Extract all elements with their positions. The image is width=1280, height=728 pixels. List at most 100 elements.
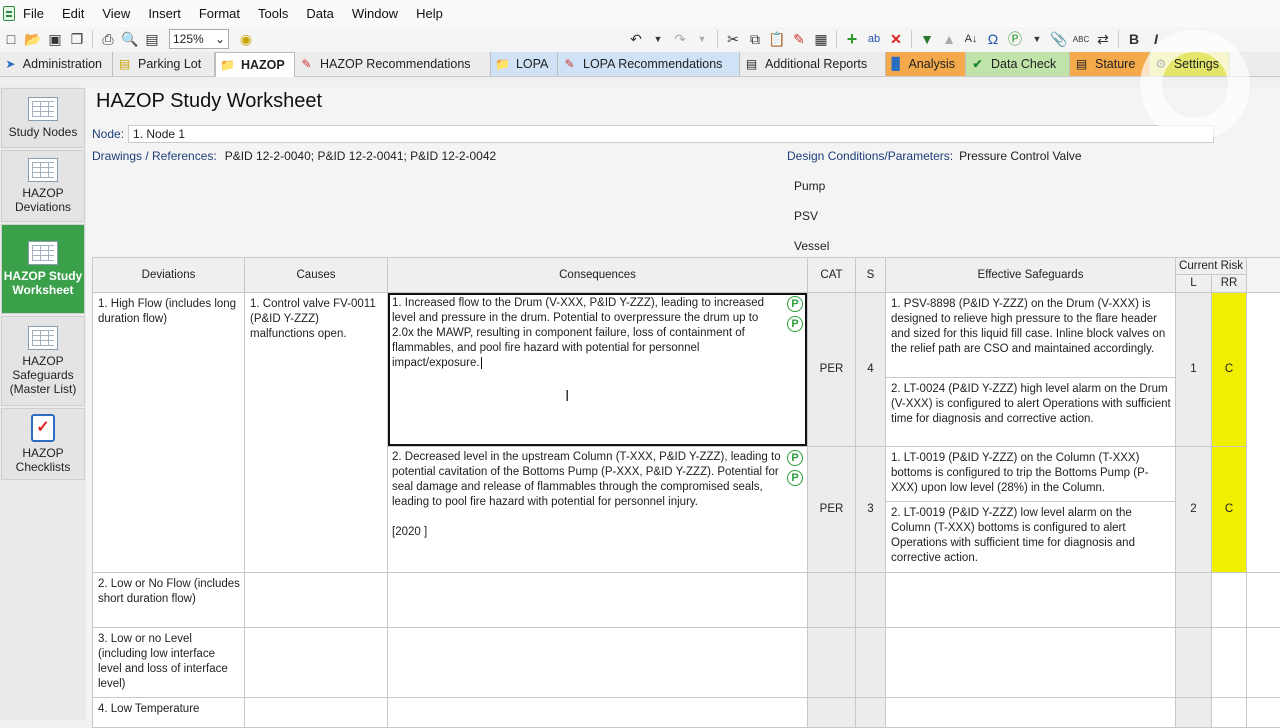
col-s[interactable]: S — [855, 257, 886, 293]
sort-icon[interactable]: A↓ — [962, 30, 980, 48]
copy-icon[interactable]: ⧉ — [746, 30, 764, 48]
cat-cell[interactable]: PER — [807, 292, 856, 447]
paste-icon[interactable]: 📋 — [768, 30, 786, 48]
equipment-psv[interactable]: PSV — [794, 209, 818, 223]
save-all-icon[interactable]: ❐ — [68, 30, 86, 48]
help-icon[interactable]: ◉ — [237, 30, 255, 48]
deviation-cell[interactable]: 2. Low or No Flow (includes short durati… — [92, 572, 245, 628]
equipment-vessel[interactable]: Vessel — [794, 239, 829, 253]
severity-cell[interactable] — [855, 627, 886, 698]
redo-dropdown-icon[interactable]: ▼ — [693, 30, 711, 48]
new-icon[interactable]: □ — [2, 30, 20, 48]
deviation-cell[interactable]: 3. Low or no Level (including low interf… — [92, 627, 245, 698]
attachment-icon[interactable]: 📎 — [1050, 30, 1068, 48]
col-causes[interactable]: Causes — [244, 257, 388, 293]
cause-cell[interactable] — [244, 627, 388, 698]
consequence-cell[interactable]: 2. Decreased level in the upstream Colum… — [387, 446, 808, 573]
cut-icon[interactable]: ✂ — [724, 30, 742, 48]
cat-cell[interactable] — [807, 627, 856, 698]
move-down-icon[interactable]: ▼ — [918, 30, 936, 48]
undo-icon[interactable]: ↶ — [627, 30, 645, 48]
redo-icon[interactable]: ↷ — [671, 30, 689, 48]
col-consequences[interactable]: Consequences — [387, 257, 808, 293]
cat-cell[interactable] — [807, 697, 856, 728]
menu-edit[interactable]: Edit — [62, 6, 84, 21]
p-marker-icon[interactable]: Ⓟ — [1006, 30, 1024, 48]
cause-cell[interactable] — [244, 572, 388, 628]
rename-icon[interactable]: ab — [865, 30, 883, 48]
menu-tools[interactable]: Tools — [258, 6, 288, 21]
sidebar-item-hazop-safeguards[interactable]: HAZOP Safeguards (Master List) — [1, 316, 85, 406]
consequence-cell[interactable]: 1. Increased flow to the Drum (V-XXX, P&… — [387, 292, 808, 447]
cause-cell[interactable]: 1. Control valve FV-0011 (P&ID Y-ZZZ) ma… — [244, 292, 388, 573]
tab-additional-reports[interactable]: ▤ Additional Reports — [740, 52, 886, 76]
print-icon[interactable]: ⎙ — [99, 30, 117, 48]
consequence-cell[interactable] — [387, 627, 808, 698]
likelihood-cell[interactable] — [1175, 572, 1212, 628]
safeguard-item[interactable]: 2. LT-0024 (P&ID Y-ZZZ) high level alarm… — [886, 378, 1175, 433]
open-icon[interactable]: 📂 — [24, 30, 42, 48]
tab-lopa[interactable]: 📁 LOPA — [491, 52, 558, 76]
deviation-cell[interactable]: 4. Low Temperature — [92, 697, 245, 728]
menu-window[interactable]: Window — [352, 6, 398, 21]
node-field[interactable]: 1. Node 1 — [128, 125, 1215, 143]
risk-rank-cell[interactable] — [1211, 572, 1247, 628]
deviation-cell[interactable]: 1. High Flow (includes long duration flo… — [92, 292, 245, 573]
tab-lopa-recommendations[interactable]: ✎ LOPA Recommendations — [558, 52, 740, 76]
print-preview-icon[interactable]: 🔍 — [121, 30, 139, 48]
consequence-cell[interactable] — [387, 697, 808, 728]
safeguards-cell[interactable]: 1. PSV-8898 (P&ID Y-ZZZ) on the Drum (V-… — [885, 292, 1176, 447]
risk-rank-cell[interactable]: C — [1211, 446, 1247, 573]
p-marker-icon[interactable]: P — [787, 296, 803, 312]
drawings-value[interactable]: P&ID 12-2-0040; P&ID 12-2-0041; P&ID 12-… — [225, 149, 497, 163]
menu-help[interactable]: Help — [416, 6, 443, 21]
delete-icon[interactable]: ✕ — [887, 30, 905, 48]
risk-rank-cell[interactable]: C — [1211, 292, 1247, 447]
add-row-icon[interactable]: + — [843, 29, 861, 49]
severity-cell[interactable] — [855, 697, 886, 728]
safeguard-item[interactable]: 1. PSV-8898 (P&ID Y-ZZZ) on the Drum (V-… — [886, 293, 1175, 378]
menu-insert[interactable]: Insert — [148, 6, 181, 21]
tab-stature[interactable]: ▤ Stature — [1070, 52, 1150, 76]
p-marker-icon[interactable]: P — [787, 470, 803, 486]
likelihood-cell[interactable]: 1 — [1175, 292, 1212, 447]
severity-cell[interactable]: 4 — [855, 292, 886, 447]
severity-cell[interactable] — [855, 572, 886, 628]
tab-data-check[interactable]: ✔ Data Check — [966, 52, 1070, 76]
likelihood-cell[interactable] — [1175, 627, 1212, 698]
design-value[interactable]: Pressure Control Valve — [959, 149, 1082, 163]
move-up-icon[interactable]: ▲ — [940, 30, 958, 48]
safeguard-item[interactable]: 2. LT-0019 (P&ID Y-ZZZ) low level alarm … — [886, 502, 1175, 572]
consequence-block[interactable]: 2. Decreased level in the upstream Colum… — [388, 447, 807, 546]
sidebar-item-hazop-deviations[interactable]: HAZOP Deviations — [1, 150, 85, 222]
col-l[interactable]: L — [1175, 274, 1212, 293]
p-marker-icon[interactable]: P — [787, 316, 803, 332]
save-icon[interactable]: ▣ — [46, 30, 64, 48]
menu-file[interactable]: File — [23, 6, 44, 21]
properties-icon[interactable]: ▤ — [143, 30, 161, 48]
severity-cell[interactable]: 3 — [855, 446, 886, 573]
undo-dropdown-icon[interactable]: ▼ — [649, 30, 667, 48]
cat-cell[interactable] — [807, 572, 856, 628]
risk-rank-cell[interactable] — [1211, 627, 1247, 698]
safeguard-item[interactable]: 1. LT-0019 (P&ID Y-ZZZ) on the Column (T… — [886, 447, 1175, 502]
spellcheck-icon[interactable]: ABC — [1072, 30, 1090, 48]
consequence-cell[interactable] — [387, 572, 808, 628]
risk-rank-cell[interactable] — [1211, 697, 1247, 728]
p-marker-icon[interactable]: P — [787, 450, 803, 466]
col-current-risk[interactable]: Current Risk — [1175, 257, 1247, 275]
cat-cell[interactable]: PER — [807, 446, 856, 573]
col-rr[interactable]: RR — [1211, 274, 1247, 293]
menu-data[interactable]: Data — [306, 6, 333, 21]
equipment-pump[interactable]: Pump — [794, 179, 825, 193]
format-painter-icon[interactable]: ✎ — [790, 30, 808, 48]
sidebar-item-study-nodes[interactable]: Study Nodes — [1, 88, 85, 148]
bold-icon[interactable]: B — [1125, 30, 1143, 48]
tab-hazop-recommendations[interactable]: ✎ HAZOP Recommendations — [295, 52, 491, 76]
safeguards-cell[interactable] — [885, 697, 1176, 728]
tab-parking-lot[interactable]: ▤ Parking Lot — [113, 52, 215, 76]
sidebar-item-hazop-checklists[interactable]: ✓ HAZOP Checklists — [1, 408, 85, 480]
sidebar-item-hazop-study-worksheet[interactable]: HAZOP Study Worksheet — [1, 224, 85, 314]
likelihood-cell[interactable]: 2 — [1175, 446, 1212, 573]
tab-analysis[interactable]: ▉ Analysis — [886, 52, 966, 76]
